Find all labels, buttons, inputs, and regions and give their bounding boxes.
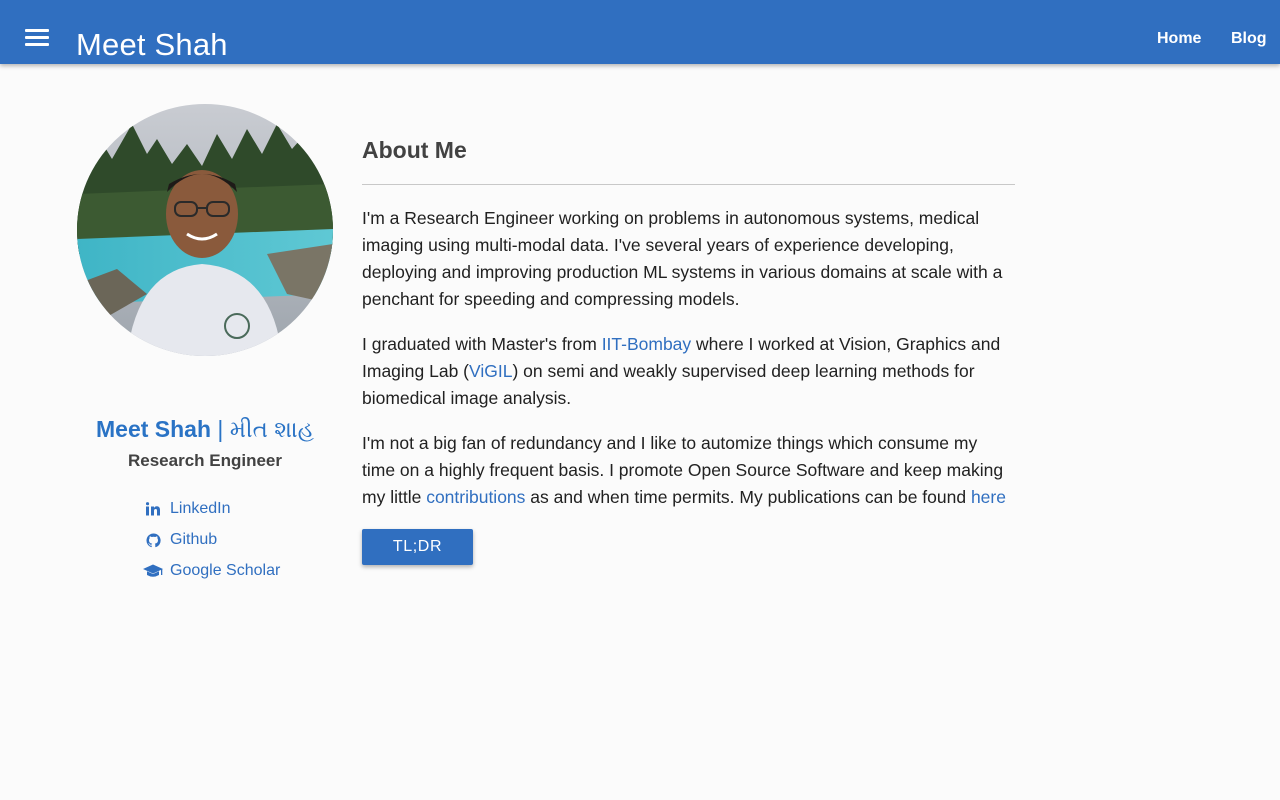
iit-bombay-link[interactable]: IIT-Bombay [602, 334, 691, 354]
text-span: I graduated with Master's from [362, 334, 602, 354]
avatar-photo [77, 104, 333, 356]
graduation-cap-icon [142, 562, 164, 580]
vigil-link[interactable]: ViGIL [469, 361, 512, 381]
tldr-button[interactable]: TL;DR [362, 529, 473, 565]
site-title[interactable]: Meet Shah [76, 26, 228, 64]
text-span: as and when time permits. My publication… [525, 487, 971, 507]
google-scholar-link[interactable]: Google Scholar [142, 560, 342, 582]
github-label: Github [170, 531, 218, 548]
about-section: About Me I'm a Research Engineer working… [362, 136, 1015, 565]
name-separator: | [217, 416, 224, 442]
section-title: About Me [362, 136, 1015, 185]
nav-blog-link[interactable]: Blog [1231, 29, 1267, 49]
linkedin-icon [142, 500, 164, 518]
top-app-bar: Meet Shah Home Blog [0, 0, 1280, 64]
about-paragraph-2: I graduated with Master's from IIT-Bomba… [362, 331, 1015, 412]
google-scholar-label: Google Scholar [170, 562, 281, 579]
about-paragraph-1: I'm a Research Engineer working on probl… [362, 208, 1003, 309]
github-link[interactable]: Github [142, 529, 342, 551]
author-name-gujarati: મીત શાહ [229, 416, 314, 442]
author-role: Research Engineer [127, 451, 282, 470]
nav-home-link[interactable]: Home [1157, 29, 1201, 49]
hamburger-menu-icon[interactable] [25, 29, 49, 47]
publications-link[interactable]: here [971, 487, 1006, 507]
linkedin-label: LinkedIn [170, 500, 231, 517]
linkedin-link[interactable]: LinkedIn [142, 498, 342, 520]
contributions-link[interactable]: contributions [426, 487, 525, 507]
avatar [77, 104, 333, 356]
author-name-english: Meet Shah [96, 416, 212, 442]
about-paragraph-3: I'm not a big fan of redundancy and I li… [362, 430, 1015, 511]
github-icon [142, 531, 164, 549]
author-name: Meet Shah | મીત શાહ [60, 414, 350, 444]
